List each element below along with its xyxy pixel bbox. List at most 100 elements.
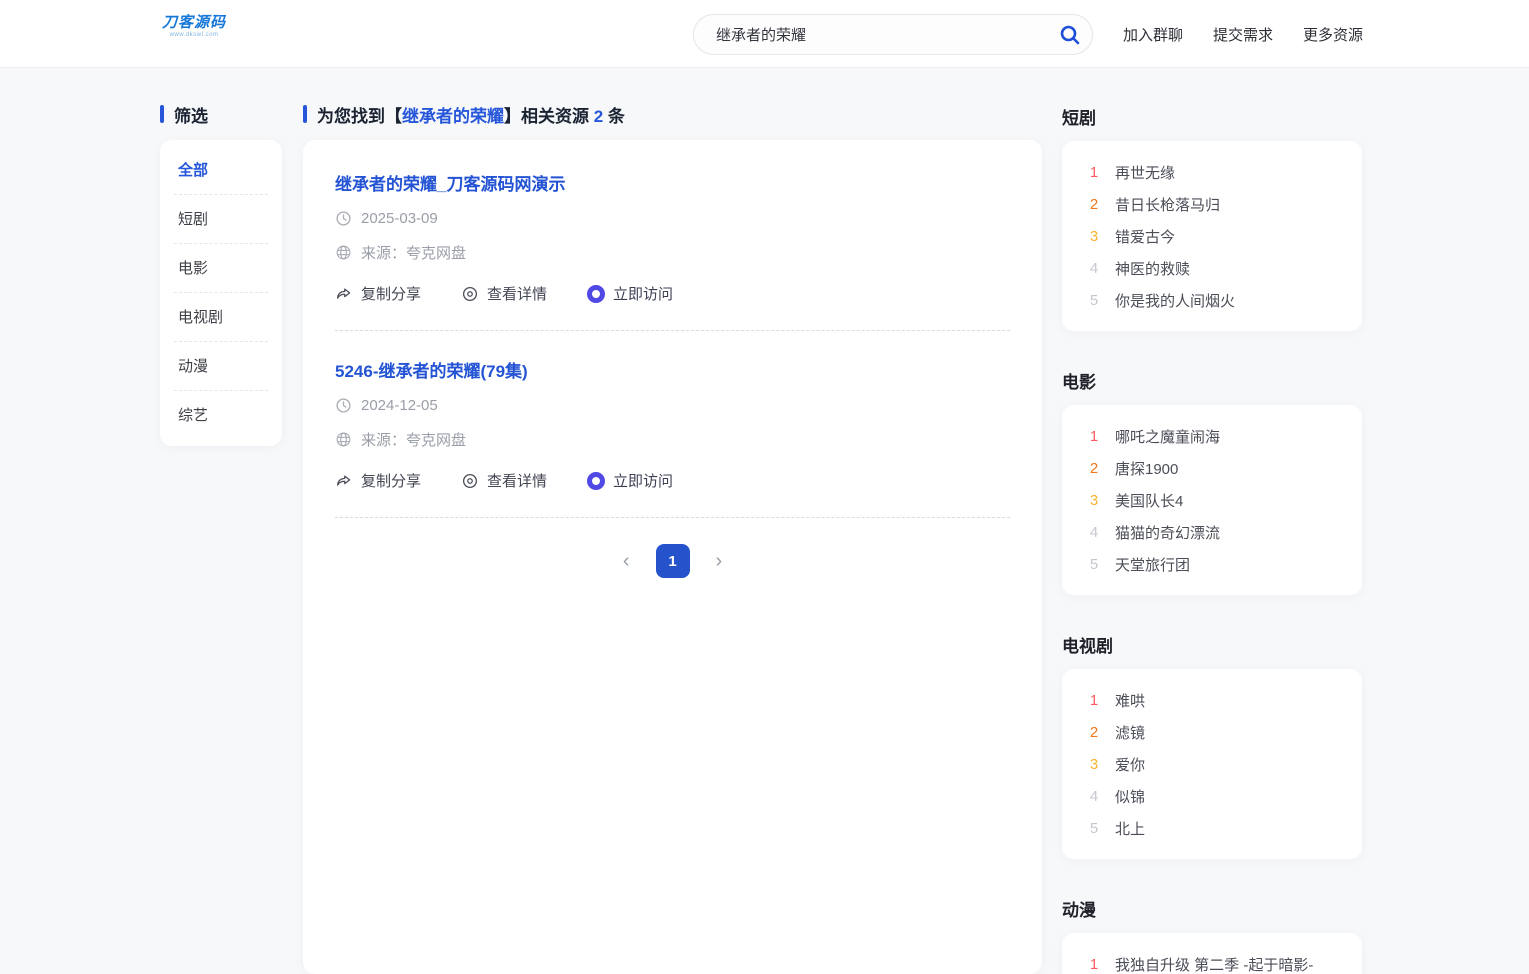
pagination-next-icon[interactable]: › <box>716 551 723 571</box>
nav-link[interactable]: 更多资源 <box>1303 24 1363 45</box>
view-detail-button[interactable]: 查看详情 <box>461 470 547 491</box>
ranking-title: 电视剧 <box>1062 637 1113 656</box>
result-source: 来源：夸克网盘 <box>361 429 466 450</box>
ranking-item[interactable]: 3 错爱古今 <box>1086 220 1362 252</box>
copy-share-label: 复制分享 <box>361 470 421 491</box>
nav-link[interactable]: 加入群聊 <box>1123 24 1183 45</box>
result-actions: 复制分享 查看详情 立即访问 <box>335 470 1010 491</box>
ranking-number: 1 <box>1086 164 1102 181</box>
filter-item[interactable]: 全部 <box>160 146 282 195</box>
ranking-item[interactable]: 4 猫猫的奇幻漂流 <box>1086 516 1362 548</box>
ranking-header: 动漫 <box>1062 896 1362 916</box>
rankings-column: 短剧 1 再世无缘 2 昔日长枪落马归 3 错爱古今 4 神医的救赎 5 你是我… <box>1062 104 1362 974</box>
visit-now-button[interactable]: 立即访问 <box>587 470 673 491</box>
ranking-title: 动漫 <box>1062 901 1096 920</box>
copy-share-button[interactable]: 复制分享 <box>335 283 421 304</box>
results-count: 2 <box>594 107 603 126</box>
ranking-number: 3 <box>1086 492 1102 509</box>
ranking-item[interactable]: 2 昔日长枪落马归 <box>1086 188 1362 220</box>
ranking-item[interactable]: 3 美国队长4 <box>1086 484 1362 516</box>
share-icon <box>335 285 353 303</box>
filter-item[interactable]: 综艺 <box>160 391 282 440</box>
result-item: 5246-继承者的荣耀(79集) 2024-12-05 来源：夸克网盘 复制分享 <box>335 357 1010 518</box>
ranking-label: 神医的救赎 <box>1115 258 1190 279</box>
results-panel: 继承者的荣耀_刀客源码网演示 2025-03-09 来源：夸克网盘 复制分享 <box>303 140 1042 974</box>
filter-title: 筛选 <box>174 102 208 127</box>
clock-icon <box>335 210 352 227</box>
pagination-page-1[interactable]: 1 <box>656 544 690 578</box>
result-source: 来源：夸克网盘 <box>361 242 466 263</box>
ranking-item[interactable]: 2 唐探1900 <box>1086 452 1362 484</box>
ranking-label: 唐探1900 <box>1115 458 1178 479</box>
visit-now-button[interactable]: 立即访问 <box>587 283 673 304</box>
results-title-suffix: 条 <box>603 107 625 126</box>
pagination-prev-icon[interactable]: ‹ <box>623 551 630 571</box>
ranking-item[interactable]: 4 神医的救赎 <box>1086 252 1362 284</box>
results-title-mid: 】相关资源 <box>504 107 594 126</box>
search-button[interactable] <box>1048 15 1092 54</box>
share-icon <box>335 472 353 490</box>
filter-item[interactable]: 电视剧 <box>160 293 282 342</box>
clock-icon <box>335 397 352 414</box>
ranking-header: 电影 <box>1062 368 1362 388</box>
ranking-item[interactable]: 1 哪吒之魔童闹海 <box>1086 420 1362 452</box>
result-list: 继承者的荣耀_刀客源码网演示 2025-03-09 来源：夸克网盘 复制分享 <box>335 170 1010 518</box>
site-logo-title: 刀客源码 <box>162 11 226 32</box>
results-header: 为您找到【继承者的荣耀】相关资源 2 条 <box>303 104 1042 124</box>
ranking-number: 2 <box>1086 460 1102 477</box>
filter-item[interactable]: 动漫 <box>160 342 282 391</box>
accent-bar <box>160 105 164 123</box>
ranking-label: 昔日长枪落马归 <box>1115 194 1220 215</box>
nav-link[interactable]: 提交需求 <box>1213 24 1273 45</box>
filter-header: 筛选 <box>160 104 282 124</box>
ranking-item[interactable]: 2 滤镜 <box>1086 716 1362 748</box>
ranking-card: 1 哪吒之魔童闹海 2 唐探1900 3 美国队长4 4 猫猫的奇幻漂流 5 天… <box>1062 405 1362 595</box>
ranking-item[interactable]: 1 再世无缘 <box>1086 156 1362 188</box>
ranking-item[interactable]: 1 难哄 <box>1086 684 1362 716</box>
result-date: 2025-03-09 <box>361 210 438 227</box>
view-detail-button[interactable]: 查看详情 <box>461 283 547 304</box>
header-nav: 加入群聊 提交需求 更多资源 <box>1123 0 1363 68</box>
ranking-header: 短剧 <box>1062 104 1362 124</box>
result-title-link[interactable]: 继承者的荣耀_刀客源码网演示 <box>335 170 565 195</box>
ranking-label: 我独自升级 第二季 -起于暗影- <box>1115 954 1313 974</box>
ranking-label: 似锦 <box>1115 786 1145 807</box>
filter-card: 全部短剧电影电视剧动漫综艺 <box>160 140 282 446</box>
site-logo[interactable]: 刀客源码 www.dkswl.com <box>162 11 226 38</box>
result-date-row: 2025-03-09 <box>335 210 1010 227</box>
ranking-item[interactable]: 5 你是我的人间烟火 <box>1086 284 1362 316</box>
content: 筛选 全部短剧电影电视剧动漫综艺 为您找到【继承者的荣耀】相关资源 2 条 继承… <box>0 68 1529 974</box>
ranking-label: 你是我的人间烟火 <box>1115 290 1235 311</box>
visit-now-label: 立即访问 <box>613 470 673 491</box>
filter-column: 筛选 全部短剧电影电视剧动漫综艺 <box>160 104 282 974</box>
ranking-label: 难哄 <box>1115 690 1145 711</box>
ranking-section: 短剧 1 再世无缘 2 昔日长枪落马归 3 错爱古今 4 神医的救赎 5 你是我… <box>1062 104 1362 331</box>
ranking-item[interactable]: 4 似锦 <box>1086 780 1362 812</box>
visit-now-label: 立即访问 <box>613 283 673 304</box>
ranking-item[interactable]: 5 天堂旅行团 <box>1086 548 1362 580</box>
ranking-item[interactable]: 1 我独自升级 第二季 -起于暗影- <box>1086 948 1362 974</box>
search-input[interactable] <box>694 26 1048 43</box>
copy-share-button[interactable]: 复制分享 <box>335 470 421 491</box>
ranking-item[interactable]: 5 北上 <box>1086 812 1362 844</box>
ranking-section: 动漫 1 我独自升级 第二季 -起于暗影- <box>1062 896 1362 974</box>
result-item: 继承者的荣耀_刀客源码网演示 2025-03-09 来源：夸克网盘 复制分享 <box>335 170 1010 331</box>
result-title-link[interactable]: 5246-继承者的荣耀(79集) <box>335 357 528 382</box>
divider <box>335 517 1010 518</box>
ranking-title: 短剧 <box>1062 109 1096 128</box>
results-column: 为您找到【继承者的荣耀】相关资源 2 条 继承者的荣耀_刀客源码网演示 2025… <box>303 104 1042 974</box>
accent-bar <box>303 105 307 123</box>
filter-item[interactable]: 电影 <box>160 244 282 293</box>
ranking-number: 2 <box>1086 196 1102 213</box>
search-box <box>693 14 1093 55</box>
ranking-card: 1 再世无缘 2 昔日长枪落马归 3 错爱古今 4 神医的救赎 5 你是我的人间… <box>1062 141 1362 331</box>
ranking-card: 1 我独自升级 第二季 -起于暗影- <box>1062 933 1362 974</box>
ranking-label: 哪吒之魔童闹海 <box>1115 426 1220 447</box>
view-detail-label: 查看详情 <box>487 470 547 491</box>
ranking-number: 1 <box>1086 692 1102 709</box>
ranking-item[interactable]: 3 爱你 <box>1086 748 1362 780</box>
filter-item[interactable]: 短剧 <box>160 195 282 244</box>
ranking-label: 错爱古今 <box>1115 226 1175 247</box>
ranking-section: 电视剧 1 难哄 2 滤镜 3 爱你 4 似锦 5 北上 <box>1062 632 1362 859</box>
result-source-row: 来源：夸克网盘 <box>335 429 1010 450</box>
